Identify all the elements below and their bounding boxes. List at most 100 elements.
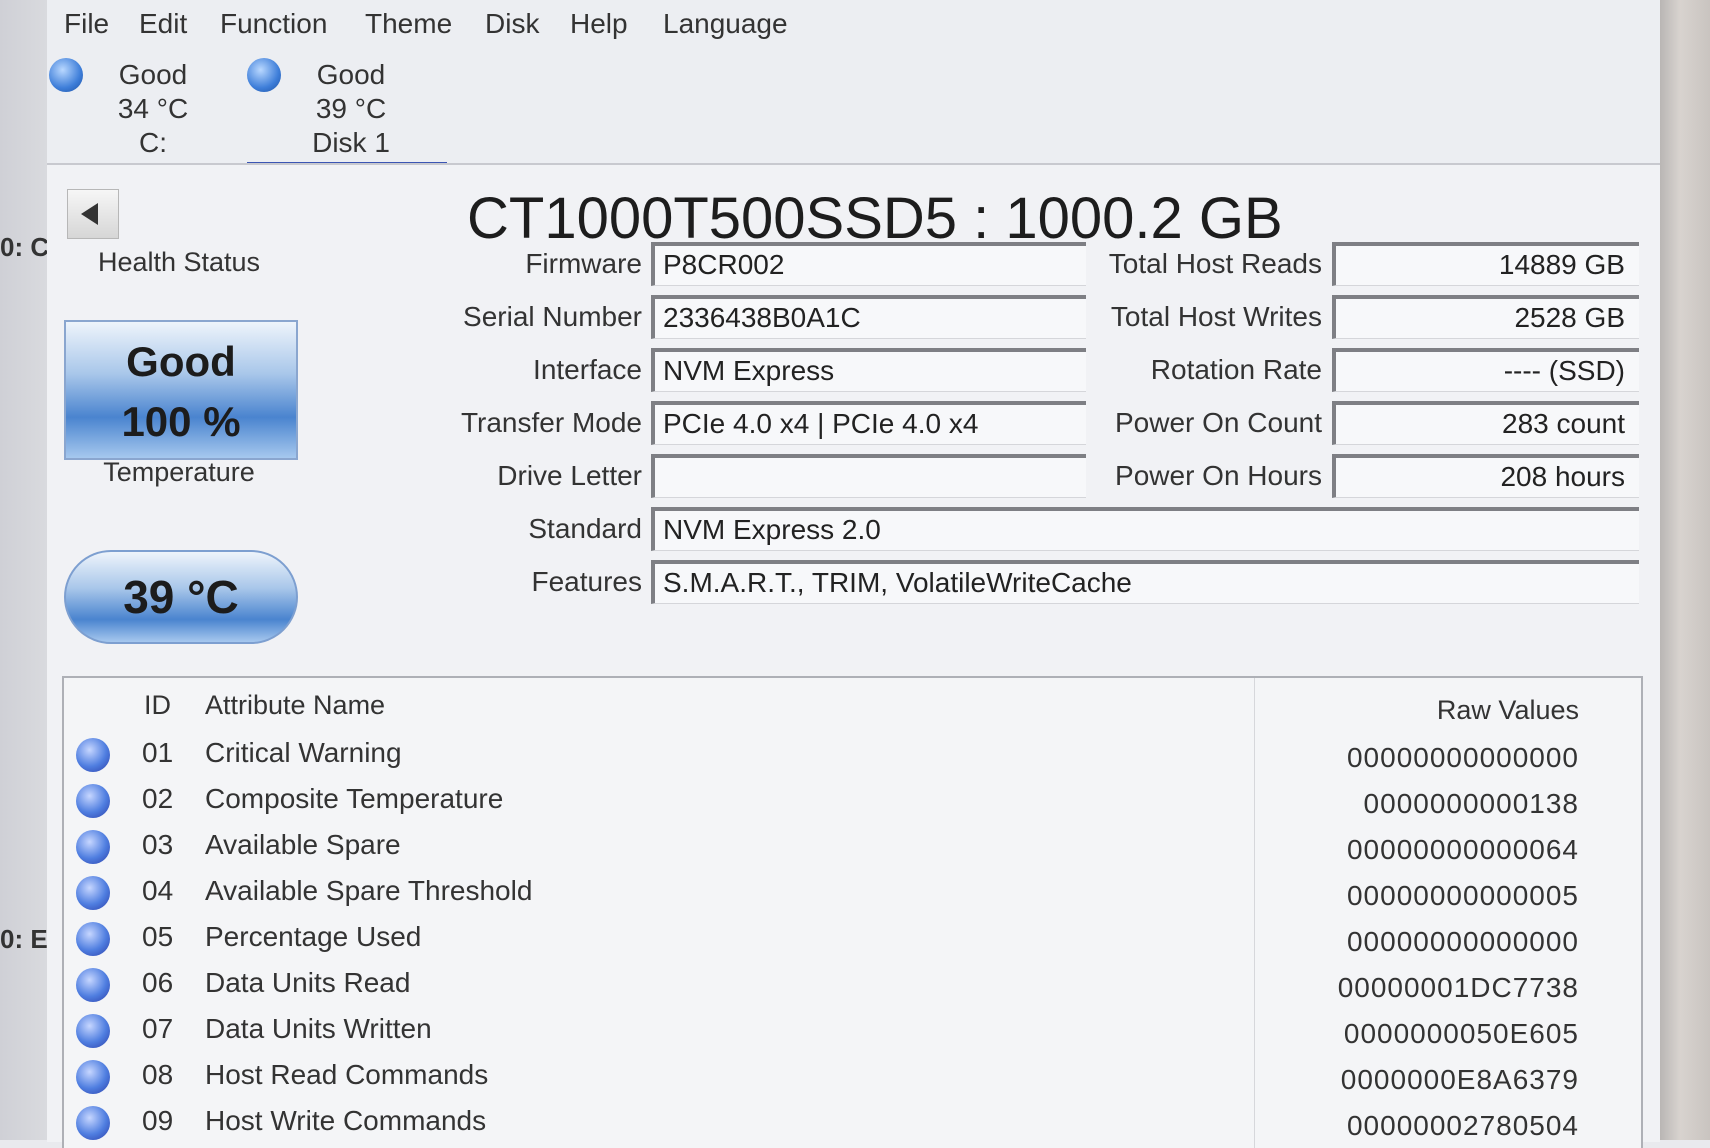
status-orb-icon bbox=[76, 1014, 110, 1048]
attribute-raw-value: 00000000000000 bbox=[1346, 926, 1579, 957]
menu-disk[interactable]: Disk bbox=[485, 8, 539, 40]
disk-info-panel: CT1000T500SSD5 : 1000.2 GB Health Status… bbox=[47, 163, 1660, 1148]
previous-disk-button[interactable] bbox=[67, 189, 119, 239]
attribute-raw-value: 0000000050E605 bbox=[1343, 1018, 1579, 1049]
total-host-writes-label: Total Host Writes bbox=[1110, 301, 1322, 332]
temperature-label: Temperature bbox=[103, 457, 255, 487]
menu-file[interactable]: File bbox=[64, 8, 109, 40]
disk-temperature: 34 °C bbox=[117, 93, 189, 124]
health-percent: 100 % bbox=[121, 398, 241, 445]
attribute-name: Available Spare Threshold bbox=[205, 875, 533, 906]
disk-name: Disk 1 bbox=[312, 127, 390, 158]
arrow-left-icon bbox=[81, 203, 98, 225]
attribute-id: 01 bbox=[142, 737, 174, 768]
serial-number-field[interactable]: 2336438B0A1C bbox=[651, 295, 1086, 339]
transfer-mode-field[interactable]: PCIe 4.0 x4 | PCIe 4.0 x4 bbox=[651, 401, 1086, 445]
attribute-id: 06 bbox=[142, 967, 174, 998]
background-drive-fragment: 0: C bbox=[0, 232, 48, 262]
status-orb-icon bbox=[76, 1106, 110, 1140]
status-orb-icon bbox=[76, 830, 110, 864]
attribute-raw-value: 00000000000064 bbox=[1346, 834, 1579, 865]
menu-edit[interactable]: Edit bbox=[139, 8, 187, 40]
disk-status: Good bbox=[118, 59, 188, 90]
table-row[interactable]: 07 Data Units Written 0000000050E605 bbox=[64, 1010, 1641, 1055]
firmware-field[interactable]: P8CR002 bbox=[651, 242, 1086, 286]
attribute-name: Available Spare bbox=[205, 829, 401, 860]
disk-status: Good bbox=[316, 59, 386, 90]
crystal-disk-info-window: File Edit Function Theme Disk Help Langu… bbox=[47, 0, 1660, 1148]
table-row[interactable]: 02 Composite Temperature 0000000000138 bbox=[64, 780, 1641, 825]
attribute-raw-value: 00000000000000 bbox=[1346, 742, 1579, 773]
features-label: Features bbox=[531, 566, 643, 597]
drive-letter-label: Drive Letter bbox=[497, 460, 642, 491]
disk-tab-disk1[interactable]: Good 39 °C Disk 1 bbox=[247, 52, 447, 165]
status-orb-icon bbox=[76, 784, 110, 818]
total-host-reads-field[interactable]: 14889 GB bbox=[1332, 242, 1639, 286]
power-on-count-field[interactable]: 283 count bbox=[1332, 401, 1639, 445]
status-orb-icon bbox=[76, 968, 110, 1002]
attribute-raw-value: 00000002780504 bbox=[1346, 1110, 1579, 1141]
attribute-id: 03 bbox=[142, 829, 174, 860]
power-on-count-label: Power On Count bbox=[1115, 407, 1322, 438]
transfer-mode-label: Transfer Mode bbox=[460, 407, 642, 438]
status-orb-icon bbox=[76, 876, 110, 910]
standard-label: Standard bbox=[528, 513, 642, 544]
status-orb-icon bbox=[76, 922, 110, 956]
health-status-label: Health Status bbox=[97, 247, 261, 277]
standard-field[interactable]: NVM Express 2.0 bbox=[651, 507, 1639, 551]
attribute-name: Critical Warning bbox=[205, 737, 402, 768]
table-row[interactable]: 05 Percentage Used 00000000000000 bbox=[64, 918, 1641, 963]
power-on-hours-field[interactable]: 208 hours bbox=[1332, 454, 1639, 498]
smart-attribute-table[interactable]: ID Attribute Name Raw Values 01 Critical … bbox=[62, 676, 1643, 1148]
interface-label: Interface bbox=[533, 354, 642, 385]
background-desktop-strip bbox=[1660, 0, 1710, 1140]
total-host-reads-label: Total Host Reads bbox=[1108, 248, 1322, 279]
status-orb-icon bbox=[76, 1060, 110, 1094]
column-header-id[interactable]: ID bbox=[144, 690, 171, 721]
attribute-id: 02 bbox=[142, 783, 174, 814]
attribute-id: 04 bbox=[142, 875, 174, 906]
features-field[interactable]: S.M.A.R.T., TRIM, VolatileWriteCache bbox=[651, 560, 1639, 604]
disk-tab-c[interactable]: Good 34 °C C: bbox=[49, 52, 249, 162]
attribute-raw-value: 0000000E8A6379 bbox=[1340, 1064, 1579, 1095]
attribute-id: 09 bbox=[142, 1105, 174, 1136]
disk-temperature: 39 °C bbox=[315, 93, 387, 124]
table-row[interactable]: 04 Available Spare Threshold 0000000000000… bbox=[64, 872, 1641, 917]
rotation-rate-label: Rotation Rate bbox=[1150, 354, 1322, 385]
menu-function[interactable]: Function bbox=[220, 8, 327, 40]
background-window-strip: 0: C 0: E bbox=[0, 0, 48, 1140]
background-drive-fragment: 0: E bbox=[0, 924, 48, 954]
attribute-raw-value: 00000000000005 bbox=[1346, 880, 1579, 911]
table-row[interactable]: 01 Critical Warning 00000000000000 bbox=[64, 734, 1641, 779]
table-row[interactable]: 03 Available Spare 00000000000064 bbox=[64, 826, 1641, 871]
attribute-name: Host Write Commands bbox=[205, 1105, 487, 1136]
attribute-name: Host Read Commands bbox=[205, 1059, 489, 1090]
attribute-name: Percentage Used bbox=[205, 921, 422, 952]
attribute-raw-value: 00000001DC7738 bbox=[1337, 972, 1579, 1003]
column-header-raw-values[interactable]: Raw Values bbox=[1437, 695, 1579, 726]
serial-number-label: Serial Number bbox=[463, 301, 642, 332]
attribute-raw-value: 0000000000138 bbox=[1363, 788, 1579, 819]
menu-theme[interactable]: Theme bbox=[365, 8, 452, 40]
column-header-attribute-name[interactable]: Attribute Name bbox=[205, 690, 385, 721]
disk-name: C: bbox=[139, 127, 167, 158]
menu-language[interactable]: Language bbox=[663, 8, 788, 40]
temperature-indicator[interactable]: 39 °C bbox=[64, 550, 298, 644]
menu-bar: File Edit Function Theme Disk Help Langu… bbox=[47, 0, 1660, 52]
table-row[interactable]: 08 Host Read Commands 0000000E8A6379 bbox=[64, 1056, 1641, 1101]
health-status-indicator[interactable]: Good 100 % bbox=[64, 320, 298, 460]
menu-help[interactable]: Help bbox=[570, 8, 628, 40]
table-row[interactable]: 06 Data Units Read 00000001DC7738 bbox=[64, 964, 1641, 1009]
attribute-id: 08 bbox=[142, 1059, 174, 1090]
table-row[interactable]: 09 Host Write Commands 00000002780504 bbox=[64, 1102, 1641, 1147]
drive-letter-field[interactable] bbox=[651, 454, 1086, 498]
rotation-rate-field[interactable]: ---- (SSD) bbox=[1332, 348, 1639, 392]
total-host-writes-field[interactable]: 2528 GB bbox=[1332, 295, 1639, 339]
attribute-name: Data Units Read bbox=[205, 967, 411, 998]
attribute-name: Data Units Written bbox=[205, 1013, 432, 1044]
status-orb-icon bbox=[49, 58, 83, 92]
power-on-hours-label: Power On Hours bbox=[1115, 460, 1322, 491]
attribute-name: Composite Temperature bbox=[205, 783, 504, 814]
firmware-label: Firmware bbox=[525, 248, 642, 279]
interface-field[interactable]: NVM Express bbox=[651, 348, 1086, 392]
